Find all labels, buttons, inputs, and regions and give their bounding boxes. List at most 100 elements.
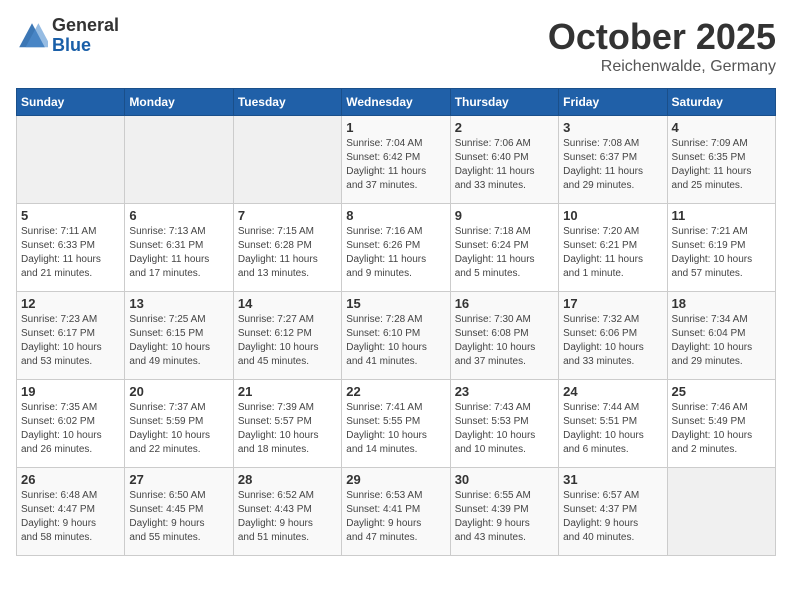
- weekday-header: Saturday: [667, 89, 775, 116]
- day-number: 10: [563, 208, 662, 223]
- day-info: Sunrise: 7:09 AM Sunset: 6:35 PM Dayligh…: [672, 137, 771, 193]
- calendar-cell: 6 Sunrise: 7:13 AM Sunset: 6:31 PM Daylig…: [125, 204, 233, 292]
- calendar-cell: 2Sunrise: 7:06 AM Sunset: 6:40 PM Daylig…: [450, 116, 558, 204]
- calendar-cell: 25 Sunrise: 7:46 AM Sunset: 5:49 PM Dayli…: [667, 380, 775, 468]
- day-info: Sunrise: 7:25 AM Sunset: 6:15 PM Dayligh…: [129, 313, 228, 369]
- day-number: 23: [455, 384, 554, 399]
- day-number: 8: [346, 208, 445, 223]
- calendar-cell: [233, 116, 341, 204]
- calendar-cell: 31Sunrise: 6:57 AM Sunset: 4:37 PM Dayli…: [559, 468, 667, 556]
- calendar-cell: 24 Sunrise: 7:44 AM Sunset: 5:51 PM Dayli…: [559, 380, 667, 468]
- calendar-week-row: 1 Sunrise: 7:04 AM Sunset: 6:42 PM Daylig…: [17, 116, 776, 204]
- day-info: Sunrise: 7:20 AM Sunset: 6:21 PM Dayligh…: [563, 225, 662, 281]
- day-info: Sunrise: 7:32 AM Sunset: 6:06 PM Dayligh…: [563, 313, 662, 369]
- calendar-week-row: 19 Sunrise: 7:35 AM Sunset: 6:02 PM Dayli…: [17, 380, 776, 468]
- calendar-cell: 18 Sunrise: 7:34 AM Sunset: 6:04 PM Dayli…: [667, 292, 775, 380]
- logo-general: General: [52, 16, 119, 36]
- day-number: 30: [455, 472, 554, 487]
- calendar-cell: 7 Sunrise: 7:15 AM Sunset: 6:28 PM Daylig…: [233, 204, 341, 292]
- calendar-week-row: 26 Sunrise: 6:48 AM Sunset: 4:47 PM Dayli…: [17, 468, 776, 556]
- day-info: Sunrise: 7:43 AM Sunset: 5:53 PM Dayligh…: [455, 401, 554, 457]
- calendar-cell: 30 Sunrise: 6:55 AM Sunset: 4:39 PM Dayli…: [450, 468, 558, 556]
- calendar-cell: 1 Sunrise: 7:04 AM Sunset: 6:42 PM Daylig…: [342, 116, 450, 204]
- calendar-cell: 17 Sunrise: 7:32 AM Sunset: 6:06 PM Dayli…: [559, 292, 667, 380]
- weekday-header: Thursday: [450, 89, 558, 116]
- day-number: 18: [672, 296, 771, 311]
- calendar-cell: 14Sunrise: 7:27 AM Sunset: 6:12 PM Dayli…: [233, 292, 341, 380]
- day-number: 28: [238, 472, 337, 487]
- weekday-header: Wednesday: [342, 89, 450, 116]
- calendar-cell: 10 Sunrise: 7:20 AM Sunset: 6:21 PM Dayli…: [559, 204, 667, 292]
- day-info: Sunrise: 6:52 AM Sunset: 4:43 PM Dayligh…: [238, 489, 337, 545]
- day-number: 27: [129, 472, 228, 487]
- day-number: 3: [563, 120, 662, 135]
- day-info: Sunrise: 6:50 AM Sunset: 4:45 PM Dayligh…: [129, 489, 228, 545]
- day-number: 5: [21, 208, 120, 223]
- day-info: Sunrise: 7:44 AM Sunset: 5:51 PM Dayligh…: [563, 401, 662, 457]
- day-number: 21: [238, 384, 337, 399]
- day-info: Sunrise: 7:15 AM Sunset: 6:28 PM Dayligh…: [238, 225, 337, 281]
- day-number: 24: [563, 384, 662, 399]
- calendar-cell: [125, 116, 233, 204]
- day-number: 1: [346, 120, 445, 135]
- month-title: October 2025: [548, 16, 776, 58]
- logo-blue: Blue: [52, 36, 119, 56]
- calendar-week-row: 12Sunrise: 7:23 AM Sunset: 6:17 PM Dayli…: [17, 292, 776, 380]
- day-number: 15: [346, 296, 445, 311]
- day-number: 19: [21, 384, 120, 399]
- day-info: Sunrise: 6:48 AM Sunset: 4:47 PM Dayligh…: [21, 489, 120, 545]
- day-info: Sunrise: 7:21 AM Sunset: 6:19 PM Dayligh…: [672, 225, 771, 281]
- calendar-cell: 9 Sunrise: 7:18 AM Sunset: 6:24 PM Daylig…: [450, 204, 558, 292]
- calendar-cell: 3Sunrise: 7:08 AM Sunset: 6:37 PM Daylig…: [559, 116, 667, 204]
- day-number: 9: [455, 208, 554, 223]
- calendar-cell: 26 Sunrise: 6:48 AM Sunset: 4:47 PM Dayli…: [17, 468, 125, 556]
- weekday-header: Tuesday: [233, 89, 341, 116]
- calendar-cell: [667, 468, 775, 556]
- calendar-cell: 15 Sunrise: 7:28 AM Sunset: 6:10 PM Dayli…: [342, 292, 450, 380]
- calendar-cell: 27 Sunrise: 6:50 AM Sunset: 4:45 PM Dayli…: [125, 468, 233, 556]
- title-block: October 2025 Reichenwalde, Germany: [548, 16, 776, 76]
- day-info: Sunrise: 7:34 AM Sunset: 6:04 PM Dayligh…: [672, 313, 771, 369]
- day-info: Sunrise: 7:13 AM Sunset: 6:31 PM Dayligh…: [129, 225, 228, 281]
- calendar-table: SundayMondayTuesdayWednesdayThursdayFrid…: [16, 88, 776, 556]
- day-number: 11: [672, 208, 771, 223]
- logo: General Blue: [16, 16, 119, 56]
- day-info: Sunrise: 7:28 AM Sunset: 6:10 PM Dayligh…: [346, 313, 445, 369]
- day-info: Sunrise: 6:55 AM Sunset: 4:39 PM Dayligh…: [455, 489, 554, 545]
- day-number: 6: [129, 208, 228, 223]
- day-info: Sunrise: 6:53 AM Sunset: 4:41 PM Dayligh…: [346, 489, 445, 545]
- day-number: 7: [238, 208, 337, 223]
- calendar-cell: 11 Sunrise: 7:21 AM Sunset: 6:19 PM Dayli…: [667, 204, 775, 292]
- calendar-cell: 19 Sunrise: 7:35 AM Sunset: 6:02 PM Dayli…: [17, 380, 125, 468]
- day-number: 17: [563, 296, 662, 311]
- day-number: 22: [346, 384, 445, 399]
- day-number: 13: [129, 296, 228, 311]
- day-number: 31: [563, 472, 662, 487]
- calendar-cell: 16Sunrise: 7:30 AM Sunset: 6:08 PM Dayli…: [450, 292, 558, 380]
- day-info: Sunrise: 7:46 AM Sunset: 5:49 PM Dayligh…: [672, 401, 771, 457]
- logo-text: General Blue: [52, 16, 119, 56]
- day-info: Sunrise: 7:41 AM Sunset: 5:55 PM Dayligh…: [346, 401, 445, 457]
- day-info: Sunrise: 7:37 AM Sunset: 5:59 PM Dayligh…: [129, 401, 228, 457]
- day-number: 26: [21, 472, 120, 487]
- calendar-cell: 28 Sunrise: 6:52 AM Sunset: 4:43 PM Dayli…: [233, 468, 341, 556]
- day-info: Sunrise: 7:06 AM Sunset: 6:40 PM Dayligh…: [455, 137, 554, 193]
- day-info: Sunrise: 7:04 AM Sunset: 6:42 PM Dayligh…: [346, 137, 445, 193]
- day-info: Sunrise: 7:18 AM Sunset: 6:24 PM Dayligh…: [455, 225, 554, 281]
- day-number: 4: [672, 120, 771, 135]
- calendar-cell: 20Sunrise: 7:37 AM Sunset: 5:59 PM Dayli…: [125, 380, 233, 468]
- calendar-cell: 12Sunrise: 7:23 AM Sunset: 6:17 PM Dayli…: [17, 292, 125, 380]
- calendar-cell: 4 Sunrise: 7:09 AM Sunset: 6:35 PM Daylig…: [667, 116, 775, 204]
- calendar-cell: 13 Sunrise: 7:25 AM Sunset: 6:15 PM Dayli…: [125, 292, 233, 380]
- day-number: 16: [455, 296, 554, 311]
- calendar-week-row: 5 Sunrise: 7:11 AM Sunset: 6:33 PM Daylig…: [17, 204, 776, 292]
- day-number: 25: [672, 384, 771, 399]
- weekday-header-row: SundayMondayTuesdayWednesdayThursdayFrid…: [17, 89, 776, 116]
- weekday-header: Sunday: [17, 89, 125, 116]
- day-info: Sunrise: 7:39 AM Sunset: 5:57 PM Dayligh…: [238, 401, 337, 457]
- day-info: Sunrise: 7:11 AM Sunset: 6:33 PM Dayligh…: [21, 225, 120, 281]
- day-info: Sunrise: 7:27 AM Sunset: 6:12 PM Dayligh…: [238, 313, 337, 369]
- logo-icon: [16, 20, 48, 52]
- day-info: Sunrise: 7:35 AM Sunset: 6:02 PM Dayligh…: [21, 401, 120, 457]
- calendar-cell: 22 Sunrise: 7:41 AM Sunset: 5:55 PM Dayli…: [342, 380, 450, 468]
